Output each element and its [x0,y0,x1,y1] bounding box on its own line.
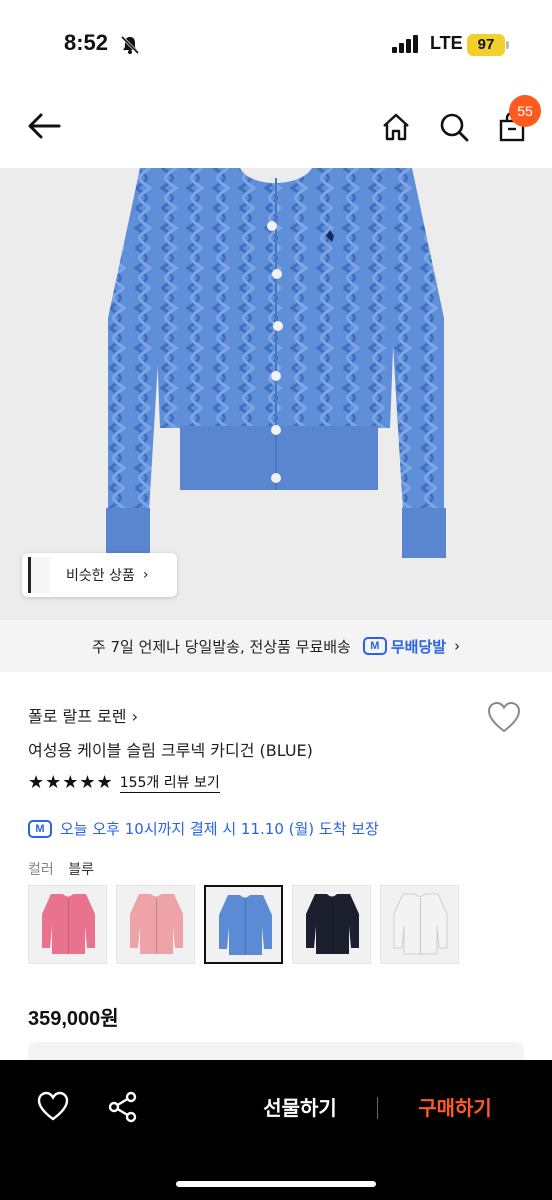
home-button[interactable] [376,107,416,147]
buy-button[interactable]: 구매하기 [395,1090,515,1126]
search-button[interactable] [434,107,474,147]
shipping-banner[interactable]: 주 7일 언제나 당일발송, 전상품 무료배송 M 무배당발 › [0,620,552,672]
cart-count-badge: 55 [509,95,541,127]
swatch-thumbnail [393,893,448,955]
free-shipping-label: 무배당발 [390,637,447,656]
chevron-right-icon: › [454,637,461,655]
swatch-light-pink[interactable] [116,885,195,964]
brand-link[interactable]: 폴로 랄프 로렌 › [28,703,138,727]
delivery-truck-icon: M [28,819,52,838]
color-row: 컬러 블루 [28,859,94,879]
swatch-pink[interactable] [28,885,107,964]
battery-tip [506,41,509,49]
bottom-action-bar: 선물하기 구매하기 [0,1060,552,1200]
delivery-text: 오늘 오후 10시까지 결제 시 11.10 (월) 도착 보장 [60,820,379,838]
similar-products-label: 비슷한 상품 [66,568,135,584]
bell-mute-icon [120,35,140,55]
swatch-white[interactable] [380,885,459,964]
swatch-thumbnail [219,895,272,955]
network-type: LTE [430,33,463,53]
review-link[interactable]: 155개 리뷰 보기 [119,772,220,793]
swatch-thumbnail [130,894,183,954]
wishlist-button[interactable] [36,1090,70,1124]
color-swatches [28,885,459,964]
search-icon [440,113,469,142]
swatch-navy[interactable] [292,885,371,964]
gift-button[interactable]: 선물하기 [240,1090,360,1126]
similar-products-button[interactable]: 비슷한 상품 › [22,553,177,597]
product-price: 359,000원 [28,1008,119,1030]
color-value: 블루 [68,862,94,878]
home-indicator [176,1181,376,1187]
heart-icon [37,1091,69,1121]
status-bar: 8:52 LTE 97 [0,0,552,90]
cellular-signal-icon [392,35,418,53]
product-image[interactable]: 비슷한 상품 › [0,168,552,620]
swatch-blue[interactable] [204,885,283,964]
rating-row: ★★★★★ 155개 리뷰 보기 [28,772,220,793]
top-navigation [0,90,552,168]
share-icon [108,1091,137,1123]
battery-indicator: 97 [467,34,505,56]
status-time: 8:52 [64,30,109,55]
delivery-truck-icon: M [362,637,387,655]
swatch-thumbnail [42,894,95,954]
product-name: 여성용 케이블 슬림 크루넥 카디건 (BLUE) [28,741,313,760]
delivery-guarantee: M 오늘 오후 10시까지 결제 시 11.10 (월) 도착 보장 [28,818,379,839]
swatch-thumbnail [306,894,359,954]
star-rating: ★★★★★ [28,772,114,793]
button-divider [377,1097,378,1119]
shipping-banner-text: 주 7일 언제나 당일발송, 전상품 무료배송 [91,637,351,656]
back-button[interactable] [24,106,64,146]
chevron-right-icon: › [142,567,149,583]
heart-icon [487,701,521,733]
wishlist-heart-button[interactable] [486,700,522,736]
home-icon [383,113,409,141]
similar-thumbnail [28,557,50,593]
color-label: 컬러 [28,862,54,878]
share-button[interactable] [106,1090,140,1124]
back-arrow-icon [28,113,61,139]
